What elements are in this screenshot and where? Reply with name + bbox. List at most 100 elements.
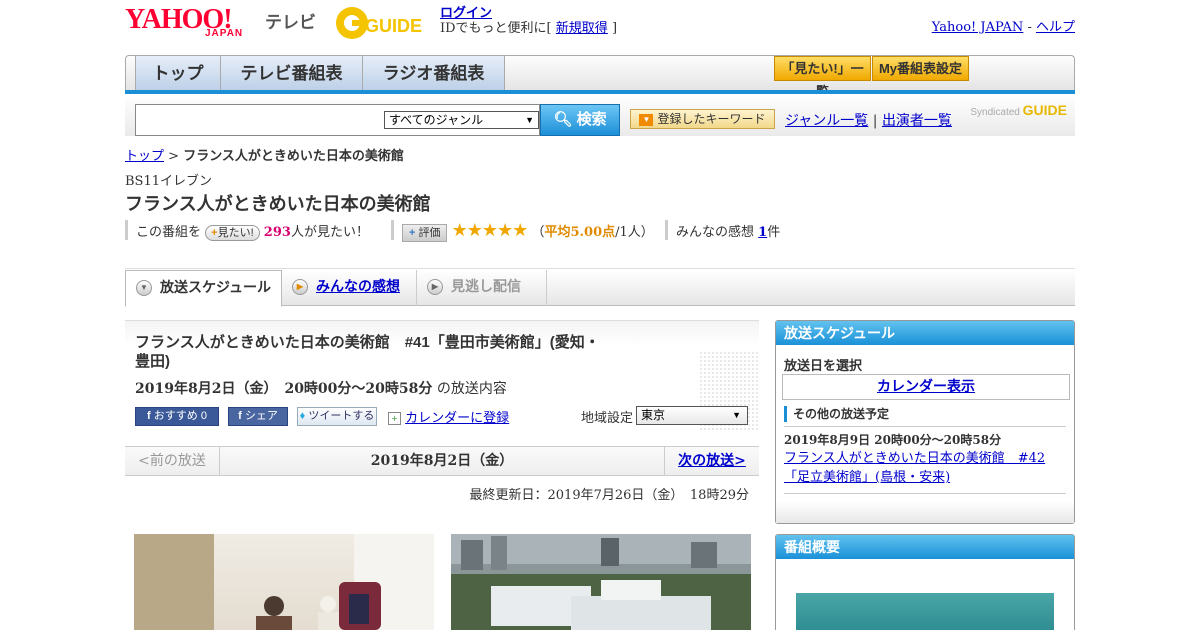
syndicated-gguide: Syndicated GUIDE [970, 102, 1067, 118]
star-rating-icon: ★★★★★ [451, 220, 529, 241]
search-icon: 🔍︎ [553, 111, 573, 128]
mitai-button[interactable]: +見たい! [205, 224, 260, 241]
tab-label: 見逃し配信 [451, 278, 521, 294]
calendar-display-link[interactable]: カレンダー表示 [782, 374, 1070, 400]
mitai-list-button[interactable]: 「見たい!」一覧 [774, 56, 871, 99]
calendar-register-link[interactable]: + カレンダーに登録 [388, 407, 509, 426]
other-schedule-link[interactable]: フランス人がときめいた日本の美術館 #42「足立美術館」(島根・安来) [784, 449, 1068, 487]
episode-datetime-value: 2019年8月2日（金） 20時00分～20時58分 [135, 381, 433, 397]
my-program-settings-button[interactable]: My番組表設定 [872, 56, 969, 81]
facebook-share-label: シェア [244, 410, 278, 422]
tweet-button[interactable]: ♦ ツイートする [297, 407, 377, 426]
calendar-register-label: カレンダーに登録 [405, 411, 510, 426]
search-button[interactable]: 🔍︎ 検索 [540, 104, 620, 136]
yahoo-japan-logo[interactable]: YAHOO! JAPAN [125, 6, 261, 42]
facebook-icon: f [147, 410, 154, 422]
registered-keyword-button[interactable]: ▼ 登録したキーワード [630, 109, 775, 129]
dropdown-arrow-icon: ▼ [525, 115, 534, 125]
photo-aerial-museum [451, 534, 751, 630]
tab-top[interactable]: トップ [136, 56, 221, 91]
main-nav: トップ テレビ番組表 ラジオ番組表 「見たい!」一覧 My番組表設定 [125, 55, 1075, 99]
genre-selected-value: すべてのジャンル [389, 113, 484, 127]
select-date-label: 放送日を選択 [784, 359, 863, 374]
login-box: ログイン IDでもっと便利に[ 新規取得 ] [440, 6, 617, 36]
sidebar-footer [776, 501, 1074, 523]
play-icon: ▶ [292, 279, 308, 295]
tv-logo-label: テレビ [265, 13, 316, 32]
tab-radio-schedule[interactable]: ラジオ番組表 [363, 56, 505, 91]
region-selected-value: 東京 [641, 408, 666, 422]
facebook-recommend-button[interactable]: f おすすめ 0 [135, 407, 219, 426]
link-dash: - [1023, 20, 1036, 35]
next-broadcast-link[interactable]: 次の放送> [664, 447, 759, 475]
content-tabs: ▼ 放送スケジュール ▶ みんなの感想 ▶ 見逃し配信 [125, 270, 1075, 307]
episode-datetime: 2019年8月2日（金） 20時00分～20時58分 の放送内容 [135, 378, 507, 398]
region-label: 地域設定 [581, 411, 634, 426]
sidebar-schedule-header: 放送スケジュール [776, 321, 1074, 345]
arrow-down-icon: ▼ [639, 113, 654, 126]
top-right-links: Yahoo! JAPAN - ヘルプ [932, 16, 1075, 35]
episode-photo [134, 534, 434, 630]
yahoo-japan-link[interactable]: Yahoo! JAPAN [932, 20, 1024, 35]
episode-photo [451, 534, 751, 630]
stats-separator [665, 220, 668, 240]
region-select[interactable]: 東京 ▼ [636, 406, 748, 425]
login-link[interactable]: ログイン [440, 6, 492, 21]
performer-list-link[interactable]: 出演者一覧 [882, 113, 952, 129]
eval-button-label: 評価 [418, 226, 441, 239]
other-schedule-heading: その他の放送予定 [784, 406, 1066, 422]
tab-tv-schedule[interactable]: テレビ番組表 [221, 56, 363, 91]
tab-impressions[interactable]: ▶ みんなの感想 [282, 270, 417, 306]
channel-name: BS11イレブン [125, 174, 213, 189]
tweet-label: ツイートする [308, 410, 375, 422]
breadcrumb-top[interactable]: トップ [125, 149, 164, 164]
login-text: IDでもっと便利に[ [440, 21, 552, 36]
dropdown-arrow-icon: ▼ [732, 410, 741, 420]
tab-label: 放送スケジュール [160, 279, 272, 295]
divider [784, 493, 1066, 494]
this-program-label: この番組を [136, 225, 202, 240]
avg-open: （ [531, 225, 545, 240]
tab-missed-streaming[interactable]: ▶ 見逃し配信 [417, 270, 547, 306]
genre-select[interactable]: すべてのジャンル ▼ [384, 111, 539, 129]
login-suffix: ] [611, 21, 618, 36]
impressions-stat: みんなの感想 1件 [676, 221, 780, 240]
avg-people: /1人） [615, 225, 654, 240]
mitai-button-label: 見たい! [217, 226, 254, 239]
syndicated-label: Syndicated [970, 107, 1020, 118]
link-divider: | [872, 113, 878, 129]
tab-label: みんなの感想 [316, 278, 400, 294]
other-schedule-date: 2019年8月9日 20時00分～20時58分 [784, 433, 1002, 447]
genre-list-link[interactable]: ジャンル一覧 [785, 113, 868, 129]
stats-separator [125, 220, 128, 240]
help-link[interactable]: ヘルプ [1036, 20, 1075, 35]
page-title: フランス人がときめいた日本の美術館 [125, 194, 431, 214]
yahoo-logo-sub: JAPAN [205, 28, 244, 39]
tab-broadcast-schedule[interactable]: ▼ 放送スケジュール [125, 270, 282, 307]
divider [784, 426, 1066, 427]
register-link[interactable]: 新規取得 [556, 21, 608, 36]
impressions-suffix: 件 [767, 225, 781, 240]
divider [125, 268, 1075, 269]
sidebar-schedule: 放送スケジュール 放送日を選択 カレンダー表示 その他の放送予定 2019年8月… [775, 320, 1075, 524]
sidebar-overview-header: 番組概要 [776, 535, 1074, 559]
eval-button[interactable]: + 評価 [402, 223, 448, 242]
last-updated: 最終更新日：2019年7月26日（金） 18時29分 [469, 488, 749, 503]
search-button-label: 検索 [576, 111, 607, 128]
search-links: ジャンル一覧 | 出演者一覧 [785, 110, 952, 130]
nav-left-cap [126, 56, 136, 91]
impressions-count-link[interactable]: 1 [758, 225, 767, 240]
play-icon: ▶ [427, 279, 443, 295]
prev-broadcast: <前の放送 [125, 447, 220, 475]
breadcrumb-separator: > [164, 149, 184, 164]
gguide-logo[interactable]: GUIDE [333, 4, 433, 42]
photo-gallery-scene [134, 534, 434, 630]
episode-datetime-suffix: の放送内容 [436, 381, 507, 397]
facebook-share-button[interactable]: f シェア [228, 407, 288, 426]
registered-keyword-label: 登録したキーワード [657, 112, 766, 126]
episode-title: フランス人がときめいた日本の美術館 #41「豊田市美術館」(愛知・豊田) [135, 334, 600, 370]
rating-stat: + 評価 ★★★★★ （平均5.00点/1人） [402, 220, 654, 242]
facebook-recommend-label: おすすめ 0 [153, 410, 207, 422]
calendar-icon: + [388, 412, 401, 425]
mitai-count: 293 [263, 225, 291, 240]
